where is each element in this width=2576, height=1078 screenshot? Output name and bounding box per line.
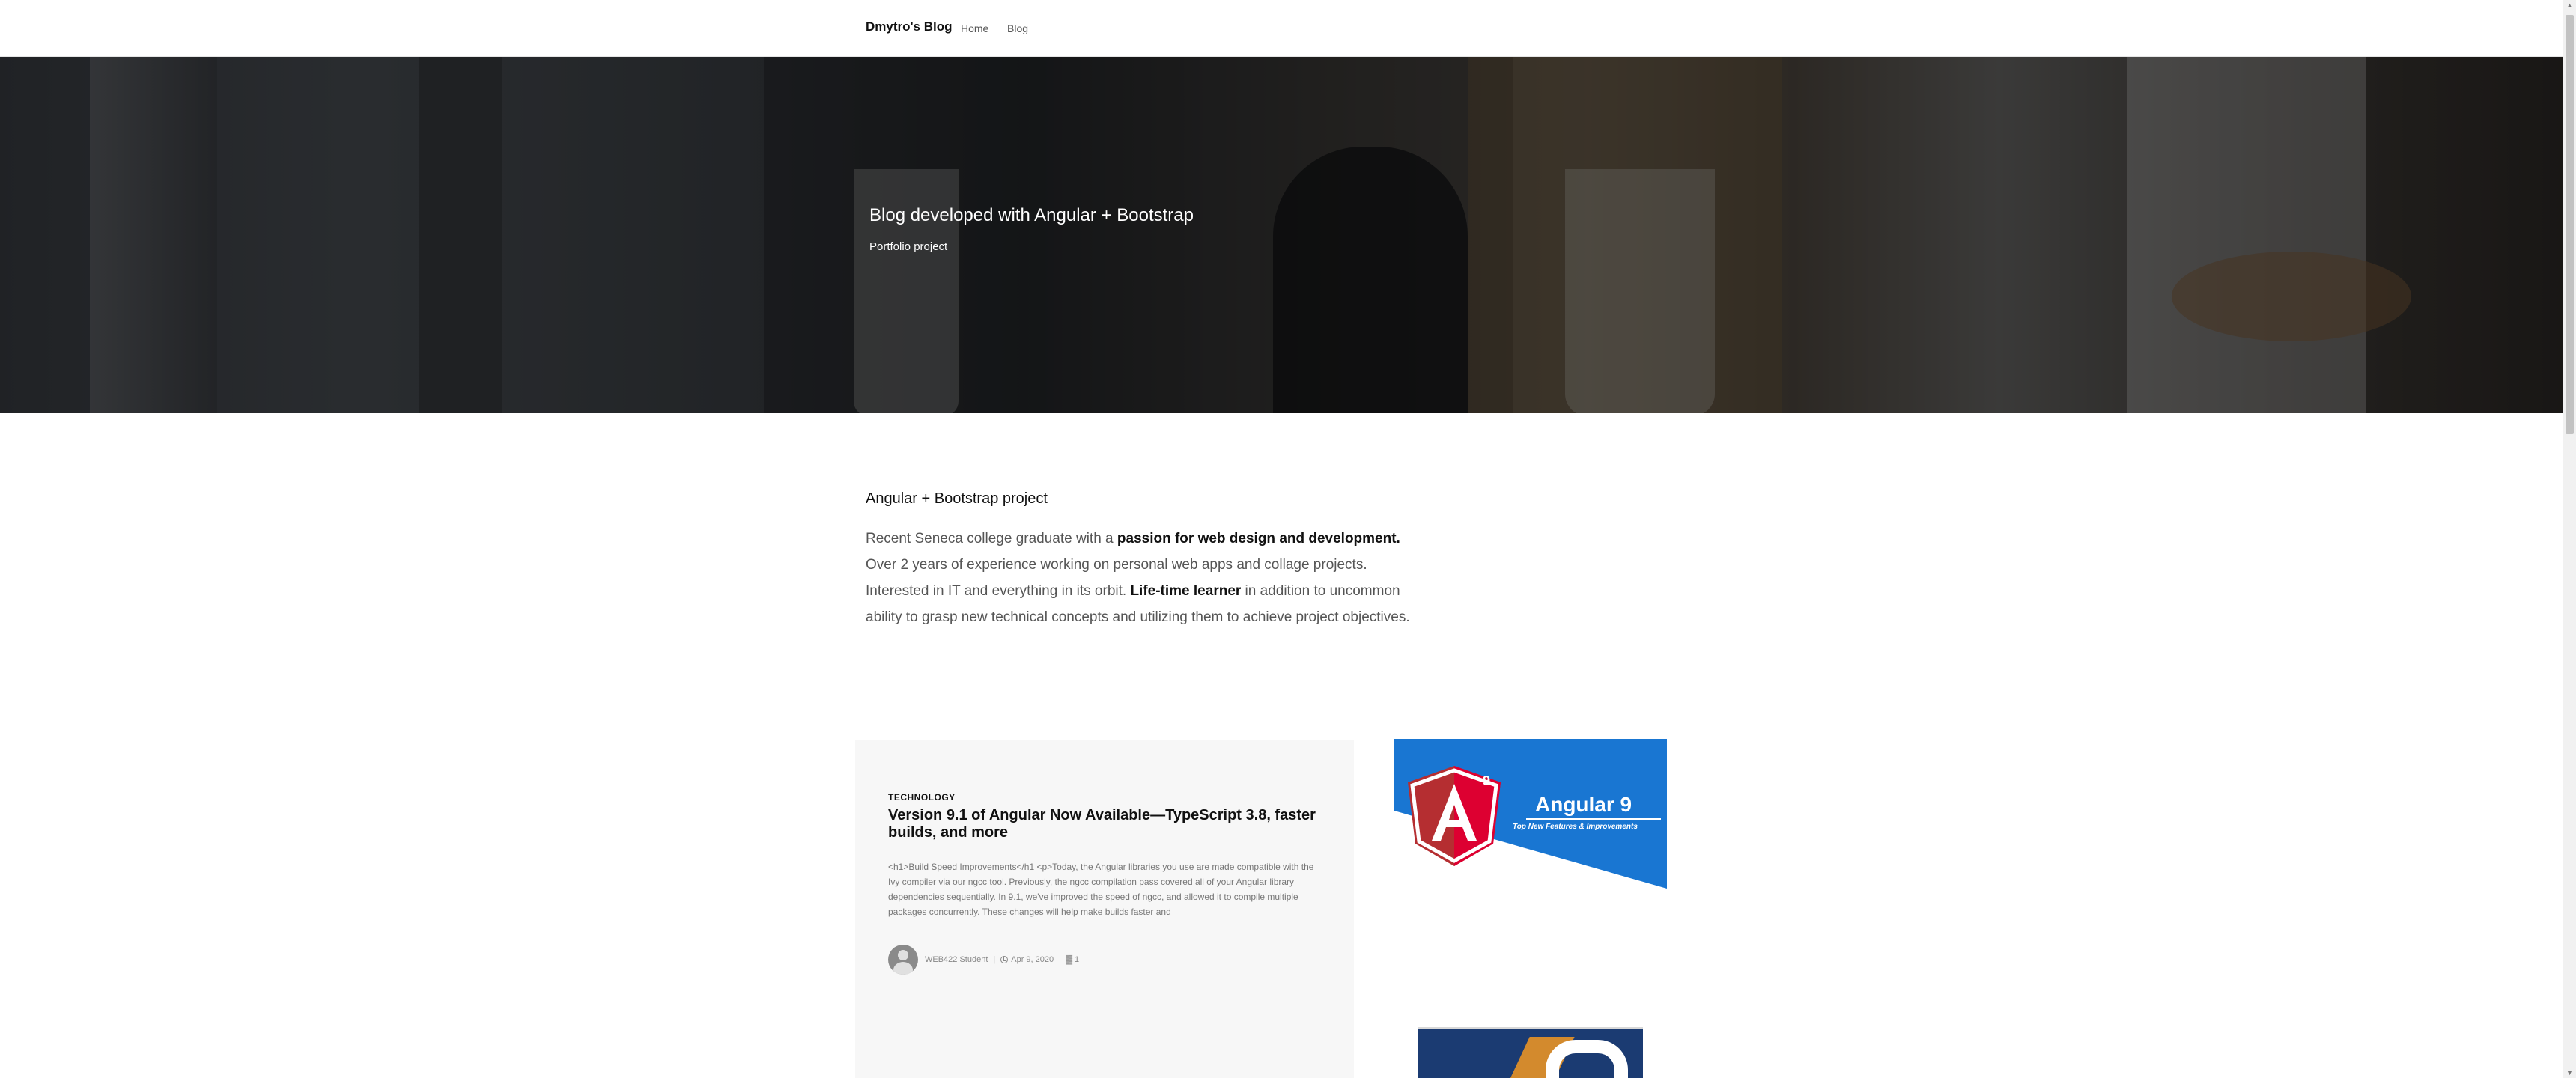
post-count: 1 — [1075, 955, 1080, 964]
angular-logo-icon: 9 — [1408, 766, 1501, 866]
image-heading: Angular 9 — [1535, 793, 1632, 816]
user-avatar-icon — [888, 945, 918, 975]
nav-link-blog[interactable]: Blog — [1007, 22, 1028, 34]
scroll-thumb[interactable] — [2566, 15, 2574, 434]
hero-banner: Blog developed with Angular + Bootstrap … — [0, 57, 2563, 413]
post-category[interactable]: TECHNOLOGY — [888, 792, 956, 803]
post-excerpt: <h1>Build Speed Improvements</h1 <p>Toda… — [888, 862, 1314, 917]
hero-subtitle: Portfolio project — [869, 240, 948, 253]
post-image-angular[interactable]: 9 Angular 9 Top New Features & Improveme… — [1394, 739, 1667, 889]
post-meta: WEB422 Student | Apr 9, 2020 | ▓ 1 — [888, 945, 1079, 975]
scroll-up-icon[interactable]: ▲ — [2566, 1, 2573, 9]
post-date: Apr 9, 2020 — [1011, 955, 1054, 964]
nav-link-home[interactable]: Home — [961, 22, 988, 34]
post-author[interactable]: WEB422 Student — [925, 955, 988, 964]
page-scrollbar[interactable]: ▲ ▼ — [2563, 0, 2576, 1078]
scroll-down-icon[interactable]: ▼ — [2566, 1069, 2573, 1077]
clock-icon — [1000, 956, 1009, 963]
stats-icon: ▓ — [1066, 955, 1073, 964]
post-image-2[interactable] — [1418, 1027, 1643, 1078]
top-navbar: Dmytro's Blog Home Blog — [0, 0, 2563, 57]
image-subtitle: Top New Features & Improvements — [1513, 823, 1638, 831]
intro-paragraph: Recent Seneca college graduate with a pa… — [866, 531, 1410, 625]
post-card[interactable]: TECHNOLOGY Version 9.1 of Angular Now Av… — [855, 740, 1354, 1078]
hero-title: Blog developed with Angular + Bootstrap — [869, 205, 1194, 225]
brand-link[interactable]: Dmytro's Blog — [866, 19, 953, 34]
svg-text:9: 9 — [1483, 773, 1490, 788]
intro-heading: Angular + Bootstrap project — [866, 490, 1048, 507]
post-title[interactable]: Version 9.1 of Angular Now Available—Typ… — [888, 807, 1322, 841]
